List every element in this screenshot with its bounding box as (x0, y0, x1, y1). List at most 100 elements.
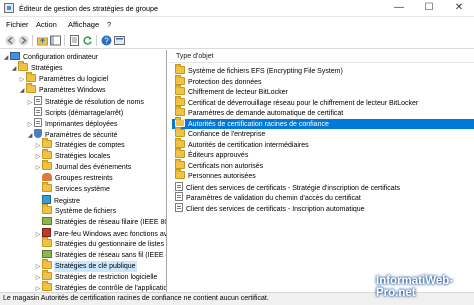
list-item-label: Personnes autorisées (188, 173, 256, 180)
folder-icon (42, 281, 52, 291)
tree-item-reseau-filaire[interactable]: Stratégies de réseau filaire (IEEE 802.3… (34, 217, 166, 228)
minimize-button[interactable]: — (384, 0, 414, 17)
list-item[interactable]: Paramètres de validation du chemin d'acc… (172, 192, 474, 203)
gpo-editor-app-icon (4, 3, 14, 13)
script-document-icon (34, 107, 42, 116)
details-pane[interactable]: Type d'objet Système de fichiers EFS (En… (170, 50, 474, 292)
list-item[interactable]: Éditeurs approuvés (172, 148, 474, 161)
collapse-icon[interactable]: ◢ (26, 131, 34, 142)
column-header-type-objet[interactable]: Type d'objet (176, 53, 214, 60)
folder-icon (42, 182, 52, 192)
show-hide-tree-icon[interactable] (50, 35, 61, 46)
toolbar-separator (96, 35, 97, 46)
maximize-button[interactable]: ☐ (414, 0, 444, 17)
folder-icon (18, 61, 28, 71)
folder-icon (175, 127, 185, 137)
group-icon (42, 173, 52, 181)
list-item-label: Paramètres de validation du chemin d'acc… (186, 195, 361, 202)
tree-item-journal-evenements[interactable]: ▷ Journal des événements (34, 160, 132, 173)
tree-item-systeme-fichiers[interactable]: Système de fichiers (34, 204, 117, 217)
firewall-icon (42, 228, 51, 237)
list-item-label: Chiffrement de lecteur BitLocker (188, 89, 288, 96)
folder-icon (42, 160, 52, 170)
folder-up-icon[interactable] (37, 35, 48, 46)
folder-icon (42, 138, 52, 148)
list-item[interactable]: Confiance de l'entreprise (172, 127, 474, 140)
tree-item-controle-application[interactable]: ▷ Stratégies de contrôle de l'application (34, 281, 166, 292)
list-item[interactable]: Client des services de certificats - Str… (172, 181, 474, 193)
list-item[interactable]: Certificats non autorisés (172, 158, 474, 172)
folder-icon (175, 137, 185, 148)
registry-icon (42, 195, 51, 204)
tree-item-imprimantes[interactable]: ▷ Imprimantes déployées (26, 118, 118, 129)
collapse-icon[interactable]: ◢ (2, 53, 10, 64)
list-item-selected[interactable]: Autorités de certification racines de co… (172, 116, 474, 129)
list-item[interactable]: Protection des données (172, 74, 474, 88)
tree-item-cle-publique[interactable]: ▷ Stratégies de clé publique (34, 259, 137, 272)
menu-affichage[interactable]: Affichage (68, 20, 99, 29)
list-item[interactable]: Système de fichiers EFS (Encrypting File… (172, 64, 474, 77)
close-button[interactable]: ✕ (444, 0, 474, 17)
policy-document-icon (175, 192, 183, 201)
refresh-icon[interactable] (82, 35, 93, 46)
folder-icon (42, 259, 52, 269)
tree-item-gestionnaire-listes-reseaux[interactable]: Stratégies du gestionnaire de listes de … (34, 237, 166, 250)
folder-icon (175, 116, 185, 127)
list-item[interactable]: Personnes autorisées (172, 169, 474, 182)
list-item-label: Client des services de certificats - Str… (186, 184, 401, 192)
collapse-icon[interactable]: ◢ (10, 64, 18, 75)
policy-document-icon (175, 202, 183, 212)
menu-help[interactable]: ? (107, 20, 111, 29)
properties-icon[interactable] (114, 35, 125, 46)
menu-fichier[interactable]: Fichier (6, 20, 29, 29)
expand-icon[interactable]: ▷ (34, 284, 42, 292)
folder-icon (175, 148, 185, 158)
list-item-label: Autorités de certification racines de co… (188, 120, 329, 128)
list-item-label: Système de fichiers EFS (Encrypting File… (188, 68, 343, 75)
folder-icon (175, 95, 185, 106)
collapse-icon[interactable]: ◢ (18, 86, 26, 97)
folder-icon (175, 85, 185, 95)
list-item[interactable]: Autorités de certification intermédiaire… (172, 137, 474, 151)
column-header[interactable]: Type d'objet (170, 52, 474, 63)
back-icon[interactable] (5, 35, 16, 46)
list-item-label: Client des services de certificats - Ins… (186, 205, 365, 213)
folder-icon (42, 270, 52, 280)
folder-icon (175, 64, 185, 74)
tree-item-parametres-securite[interactable]: ◢ Paramètres de sécurité (26, 129, 118, 140)
list-item[interactable]: Chiffrement de lecteur BitLocker (172, 85, 474, 98)
tree-item-scripts[interactable]: Scripts (démarrage/arrêt) (26, 107, 124, 118)
export-list-icon[interactable] (69, 35, 80, 46)
toolbar: ? (0, 32, 474, 49)
folder-icon (175, 74, 185, 85)
list-item[interactable]: Certificat de déverrouillage réseau pour… (172, 95, 474, 109)
help-icon[interactable]: ? (101, 35, 112, 46)
list-item-label: Éditeurs approuvés (188, 152, 249, 159)
menu-action[interactable]: Action (36, 20, 57, 29)
list-item-label: Certificat de déverrouillage réseau pour… (188, 99, 419, 107)
svg-text:?: ? (104, 36, 109, 45)
tree-pane[interactable]: ◢ Configuration ordinateur ◢ Stratégies ▷ P… (0, 50, 167, 292)
list-item[interactable]: Client des services de certificats - Ins… (172, 202, 474, 214)
tree-item-services-systeme[interactable]: Services système (34, 182, 111, 195)
watermark-logo: InformatiWeb-Pro.net (376, 275, 454, 299)
wireless-network-icon (42, 250, 52, 258)
tree-item-resolution-noms[interactable]: ▷ Stratégie de résolution de noms (26, 96, 145, 107)
toolbar-separator (64, 35, 65, 46)
policy-document-icon (34, 96, 42, 105)
list-item[interactable]: Paramètres de demande automatique de cer… (172, 106, 474, 119)
window-title: Éditeur de gestion des stratégies de gro… (19, 4, 159, 13)
computer-icon (10, 52, 20, 60)
forward-icon[interactable] (18, 35, 29, 46)
folder-icon (175, 169, 185, 179)
tree-item-strategies[interactable]: ◢ Stratégies (10, 61, 64, 75)
printer-icon (34, 118, 42, 127)
wired-network-icon (42, 217, 52, 225)
tree-item-restriction-logicielle[interactable]: ▷ Stratégies de restriction logicielle (34, 270, 158, 283)
tree-item-parametres-windows[interactable]: ◢ Paramètres Windows (18, 83, 107, 97)
tree-item-pare-feu[interactable]: ▷Pare-feu Windows avec fonctions avancée… (34, 228, 166, 239)
tree-item-reseau-sans-fil[interactable]: Stratégies de réseau sans fil (IEEE 802.… (34, 250, 166, 261)
list-item-label: Autorités de certification intermédiaire… (188, 141, 309, 149)
menu-bar: Fichier Action Affichage ? (0, 17, 474, 32)
tree-item-configuration-ordinateur[interactable]: ◢ Configuration ordinateur (2, 52, 99, 63)
